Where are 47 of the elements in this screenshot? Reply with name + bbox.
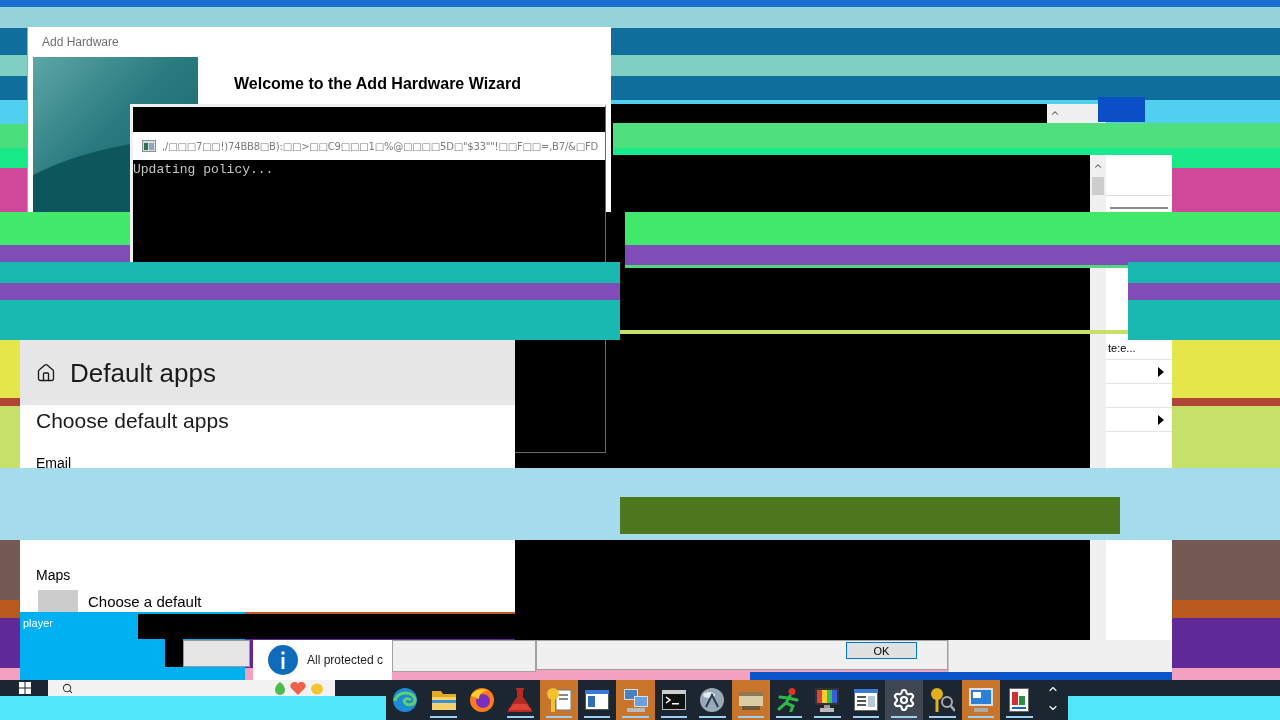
caret-right-icon[interactable] xyxy=(1158,414,1164,425)
folder-icon xyxy=(431,688,456,712)
section-heading: Choose default apps xyxy=(36,409,229,433)
search-field[interactable] xyxy=(48,680,335,696)
choose-default-button[interactable]: Choose a default xyxy=(36,590,202,612)
taskbar-button[interactable] xyxy=(731,680,770,720)
hearts-icon xyxy=(275,681,323,695)
start-icon[interactable] xyxy=(19,682,31,694)
taskbar-button[interactable] xyxy=(539,680,578,720)
console-output: Updating policy... xyxy=(133,161,274,177)
category-label: Maps xyxy=(36,567,71,583)
terminal-icon xyxy=(661,688,686,712)
scrollbar-thumb[interactable] xyxy=(1092,177,1104,195)
notification-text: All protected c xyxy=(307,653,384,667)
page-title: Default apps xyxy=(70,358,216,388)
fox-globe-icon xyxy=(469,688,494,712)
swirl-icon xyxy=(393,688,418,712)
caret-right-icon[interactable] xyxy=(1158,366,1164,377)
ok-button[interactable]: OK xyxy=(846,642,917,659)
window-title: Add Hardware xyxy=(41,34,119,51)
ball-icon xyxy=(700,688,725,712)
scrollbar[interactable] xyxy=(1047,104,1063,125)
tile-label: player xyxy=(23,617,53,629)
computers-icon xyxy=(623,688,648,712)
category-label: Email xyxy=(36,455,71,471)
search-icon xyxy=(62,682,73,694)
document-icon xyxy=(1007,688,1032,712)
wizard-heading: Welcome to the Add Hardware Wizard xyxy=(234,74,521,93)
info-icon xyxy=(268,645,298,675)
screen-icon xyxy=(969,688,994,712)
row-label: te:e... xyxy=(1108,341,1136,354)
window-list-icon xyxy=(853,688,878,712)
window-icon xyxy=(585,688,610,712)
gear-icon xyxy=(892,688,917,712)
scroll-up-icon[interactable] xyxy=(1050,108,1060,118)
scroll-up-icon[interactable] xyxy=(1093,161,1103,171)
app-tile-icon xyxy=(38,590,78,612)
window-title: ,/□□□7□□!)74BB8□B):□□>□□C9□□□1□%@□□□□5D□"$33""!□□F□□=,B7/&□FD xyxy=(162,140,598,152)
window-fragment xyxy=(1098,97,1145,122)
taskbar-button[interactable] xyxy=(961,680,1001,720)
window-fragment xyxy=(183,640,250,667)
home-icon[interactable] xyxy=(36,363,56,383)
key-magnifier-icon xyxy=(930,688,955,712)
key-document-icon xyxy=(546,688,571,712)
monitor-icon xyxy=(815,688,840,712)
flask-icon xyxy=(508,688,533,712)
window-icon xyxy=(142,140,156,152)
